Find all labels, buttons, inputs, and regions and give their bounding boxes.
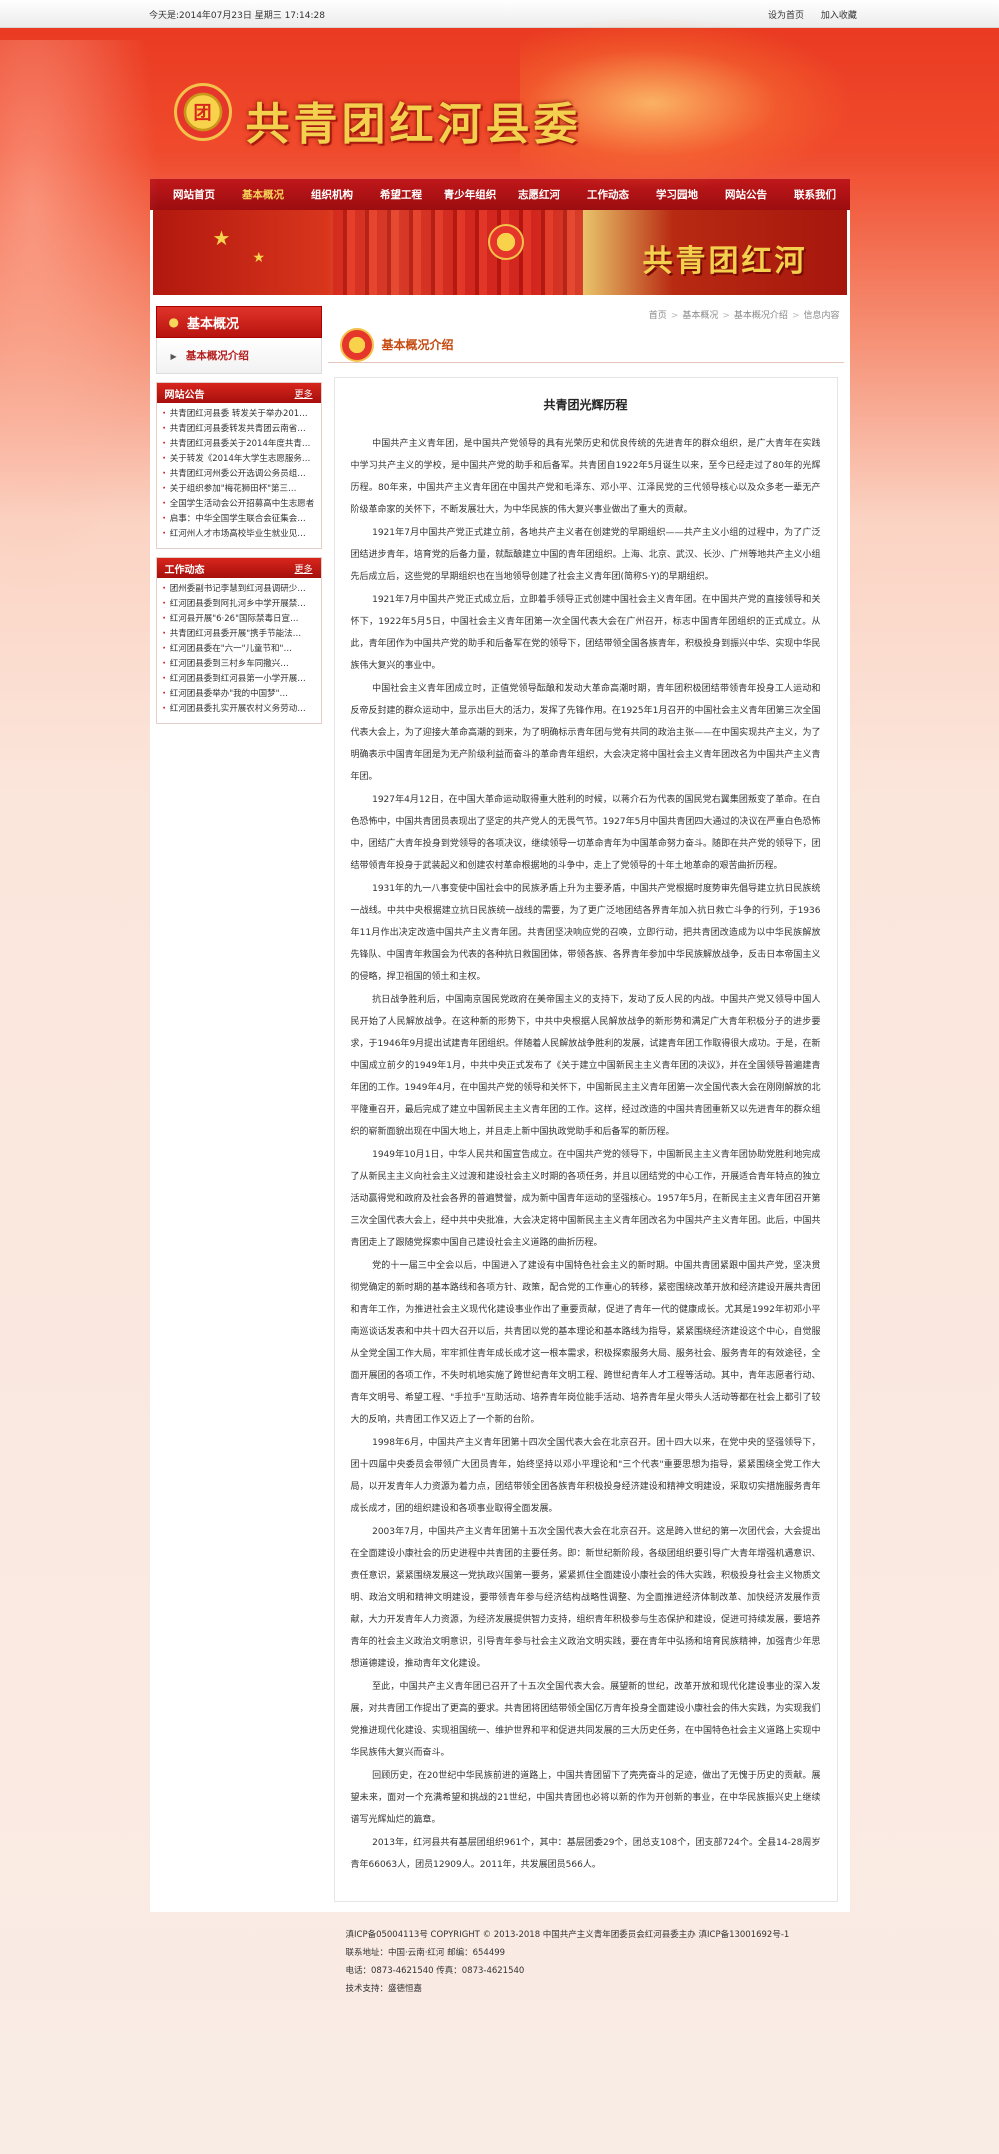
list-item[interactable]: 红河团县委在"六一"儿童节和"…	[163, 642, 315, 657]
footer-line: 滇ICP备05004113号 COPYRIGHT © 2013-2018 中国共…	[345, 1930, 790, 1940]
article-paragraph: 中国社会主义青年团成立时，正值党领导酝酿和发动大革命高潮时期，青年团积极团结带领…	[350, 684, 821, 782]
chevron-right-icon: >	[722, 311, 730, 321]
banner-title: 共青团红河	[642, 244, 808, 279]
nav-item[interactable]: 工作动态	[574, 187, 643, 202]
work-more-link[interactable]: 更多	[294, 562, 312, 575]
content-wrapper: ● 基本概况 ▶ 基本概况介绍 网站公告 更多 共青团红河县委 转发关于举办20…	[149, 298, 850, 1912]
article-paragraph: 2013年，红河县共有基层团组织961个，其中：基层团委29个，团总支108个，…	[350, 1838, 821, 1870]
banner-curtain-decoration	[332, 210, 583, 295]
notice-box: 网站公告 更多 共青团红河县委 转发关于举办201…共青团红河县委转发共青团云南…	[155, 382, 322, 549]
work-box-title: 工作动态	[164, 564, 205, 576]
banner-emblem-icon	[487, 224, 524, 260]
article-body: 中国共产主义青年团，是中国共产党领导的具有光荣历史和优良传统的先进青年的群众组织…	[351, 433, 821, 1876]
breadcrumb: 首页 > 基本概况 > 基本概况介绍 > 信息内容	[328, 306, 844, 321]
sidebar-heading: ● 基本概况	[155, 306, 322, 338]
section-header: 基本概况介绍	[327, 327, 844, 363]
article-paragraph: 1931年的九一八事变使中国社会中的民族矛盾上升为主要矛盾，中国共产党根据时度势…	[350, 884, 821, 982]
article-paragraph: 至此，中国共产主义青年团已召开了十五次全国代表大会。展望新的世纪，改革开放和现代…	[350, 1682, 821, 1758]
article-paragraph: 1921年7月中国共产党正式建立前，各地共产主义者在创建党的早期组织——共产主义…	[350, 528, 821, 582]
article-paragraph: 党的十一届三中全会以后，中国进入了建设有中国特色社会主义的新时期。中国共青团紧跟…	[350, 1261, 821, 1425]
work-box-header: 工作动态 更多	[156, 558, 321, 578]
list-item[interactable]: 红河团县委到三村乡车同撒兴…	[163, 657, 315, 672]
sidebar-item-overview[interactable]: 基本概况介绍	[186, 350, 249, 362]
article-paragraph: 1921年7月中国共产党正式成立后，立即着手领导正式创建中国社会主义青年团。在中…	[350, 595, 821, 671]
list-item[interactable]: 共青团红河县委 转发关于举办201…	[163, 407, 315, 422]
notice-more-link[interactable]: 更多	[294, 387, 312, 400]
notice-list: 共青团红河县委 转发关于举办201…共青团红河县委转发共青团云南省…共青团红河县…	[157, 403, 321, 548]
work-box: 工作动态 更多 团州委副书记李慧到红河县调研少…红河团县委到阿扎河乡中学开展禁……	[155, 557, 322, 724]
bullet-icon: ●	[168, 315, 179, 329]
star-icon: ★	[212, 226, 231, 250]
footer-line: 联系地址：中国·云南·红河 邮编：654499	[345, 1948, 506, 1958]
nav-item[interactable]: 希望工程	[367, 187, 436, 202]
list-item[interactable]: 红河团县委举办"我的中国梦"…	[163, 687, 315, 702]
background-flag-decoration	[0, 40, 160, 600]
list-item[interactable]: 红河团县委到红河县第一小学开展…	[163, 672, 315, 687]
list-item[interactable]: 红河团县委扎实开展农村义务劳动…	[163, 702, 315, 717]
breadcrumb-item[interactable]: 基本概况	[682, 311, 718, 321]
section-title: 基本概况介绍	[381, 338, 454, 352]
article-title: 共青团光辉历程	[543, 398, 628, 412]
sidebar: ● 基本概况 ▶ 基本概况介绍 网站公告 更多 共青团红河县委 转发关于举办20…	[155, 306, 322, 1902]
nav-item[interactable]: 志愿红河	[505, 187, 574, 202]
article-paragraph: 中国共产主义青年团，是中国共产党领导的具有光荣历史和优良传统的先进青年的群众组织…	[350, 439, 821, 515]
list-item[interactable]: 共青团红河州委公开选调公务员组…	[163, 467, 315, 482]
sidebar-heading-label: 基本概况	[186, 316, 239, 332]
site-title[interactable]: 共青团红河县委	[246, 88, 582, 152]
emblem-char: 团	[193, 103, 212, 124]
nav-item[interactable]: 联系我们	[781, 187, 850, 202]
site-footer: 滇ICP备05004113号 COPYRIGHT © 2013-2018 中国共…	[150, 1926, 850, 2008]
breadcrumb-item: 信息内容	[803, 311, 840, 321]
arrow-right-icon: ▶	[170, 352, 177, 361]
notice-box-title: 网站公告	[164, 389, 205, 401]
work-list: 团州委副书记李慧到红河县调研少…红河团县委到阿扎河乡中学开展禁…红河县开展"6·…	[157, 578, 321, 723]
nav-item[interactable]: 基本概况	[229, 187, 298, 202]
nav-item[interactable]: 网站公告	[712, 187, 781, 202]
star-icon: ★	[252, 250, 266, 266]
article-paragraph: 2003年7月，中国共产主义青年团第十五次全国代表大会在北京召开。这是跨入世纪的…	[350, 1527, 821, 1669]
notice-box-header: 网站公告 更多	[156, 383, 321, 403]
chevron-right-icon: >	[670, 311, 679, 321]
list-item[interactable]: 全国学生活动会公开招募高中生志愿者	[163, 497, 315, 512]
article-paragraph: 1949年10月1日，中华人民共和国宣告成立。在中国共产党的领导下，中国新民主主…	[350, 1150, 821, 1248]
article-paragraph: 回顾历史，在20世纪中华民族前进的道路上，中国共青团留下了壳壳奋斗的足迹，做出了…	[350, 1771, 821, 1825]
league-emblem-icon: 团	[173, 83, 232, 141]
list-item[interactable]: 启事：中华全国学生联合会征集会…	[163, 512, 315, 527]
list-item[interactable]: 红河团县委到阿扎河乡中学开展禁…	[163, 597, 315, 612]
list-item[interactable]: 红河州人才市场高校毕业生就业见…	[163, 527, 315, 542]
main-content: 首页 > 基本概况 > 基本概况介绍 > 信息内容 基本概况介绍 共青团光辉历程 中国共产主…	[327, 306, 844, 1902]
list-item[interactable]: 团州委副书记李慧到红河县调研少…	[163, 582, 315, 597]
nav-item[interactable]: 学习园地	[643, 187, 712, 202]
list-item[interactable]: 共青团红河县委开展"携手节能法…	[163, 627, 315, 642]
article: 共青团光辉历程 中国共产主义青年团，是中国共产党领导的具有光荣历史和优良传统的先…	[333, 377, 838, 1902]
list-item[interactable]: 共青团红河县委关于2014年度共青…	[163, 437, 315, 452]
nav-item[interactable]: 网站首页	[160, 187, 229, 202]
site-header: 团 共青团红河县委	[150, 18, 850, 188]
league-emblem-icon	[339, 327, 374, 362]
breadcrumb-item[interactable]: 首页	[649, 311, 667, 321]
nav-item[interactable]: 青少年组织	[436, 187, 505, 202]
footer-line: 电话：0873-4621540 传真：0873-4621540	[345, 1966, 525, 1976]
list-item[interactable]: 关于转发《2014年大学生志愿服务…	[163, 452, 315, 467]
list-item[interactable]: 共青团红河县委转发共青团云南省…	[163, 422, 315, 437]
article-paragraph: 抗日战争胜利后，中国南京国民党政府在美帝国主义的支持下，发动了反人民的内战。中国…	[350, 995, 821, 1137]
list-item[interactable]: 红河县开展"6·26"国际禁毒日宣…	[163, 612, 315, 627]
article-paragraph: 1998年6月，中国共产主义青年团第十四次全国代表大会在北京召开。团十四大以来，…	[350, 1438, 821, 1514]
article-paragraph: 1927年4月12日，在中国大革命运动取得重大胜利的时候，以蒋介石为代表的国民党…	[350, 795, 821, 871]
sidebar-submenu: ▶ 基本概况介绍	[155, 338, 322, 374]
chevron-right-icon: >	[791, 311, 800, 321]
breadcrumb-item[interactable]: 基本概况介绍	[734, 311, 788, 321]
footer-line: 技术支持：盛德恒嘉	[345, 1984, 423, 1994]
current-date: 今天是:2014年07月23日 星期三 17:14:28	[149, 11, 325, 21]
nav-item[interactable]: 组织机构	[298, 187, 367, 202]
page-background: 今天是:2014年07月23日 星期三 17:14:28 设为首页 加入收藏 团…	[0, 0, 999, 2154]
banner: ★ ★ 共青团红河	[149, 210, 850, 298]
list-item[interactable]: 关于组织参加"梅花狮田杯"第三…	[163, 482, 315, 497]
